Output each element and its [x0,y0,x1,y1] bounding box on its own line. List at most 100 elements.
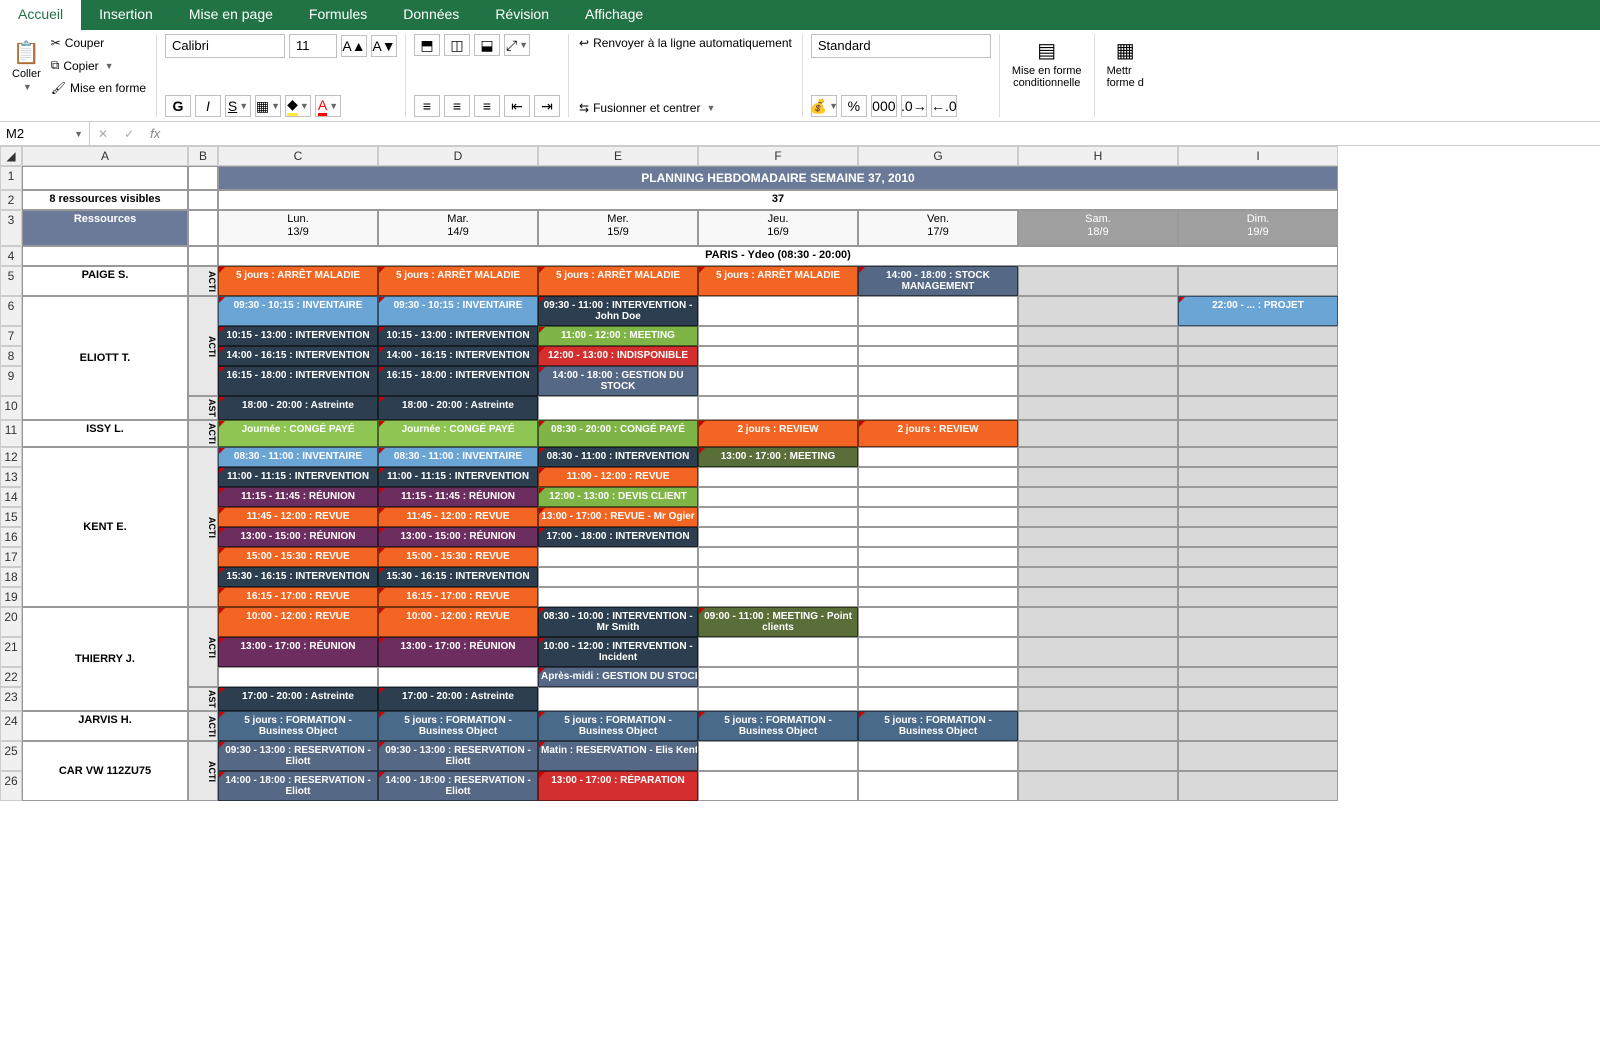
title-cell[interactable]: PLANNING HEBDOMADAIRE SEMAINE 37, 2010 [218,166,1338,190]
resource-name[interactable]: KENT E. [22,447,188,607]
increase-indent-button[interactable]: ⇥ [534,95,560,117]
event[interactable]: 17:00 - 20:00 : Astreinte [378,687,538,711]
tab-affichage[interactable]: Affichage [567,0,661,30]
row-header[interactable]: 15 [0,507,22,527]
tab-donnees[interactable]: Données [385,0,477,30]
number-format-select[interactable]: Standard [811,34,991,58]
event[interactable]: 08:30 - 11:00 : INVENTAIRE [378,447,538,467]
activity-label[interactable]: ACTI [188,607,218,687]
enter-icon[interactable]: ✓ [116,127,142,141]
row-header[interactable]: 24 [0,711,22,741]
event[interactable]: 10:00 - 12:00 : INTERVENTION - Incident [538,637,698,667]
day-header[interactable]: Sam.18/9 [1018,210,1178,246]
thousands-button[interactable]: 000 [871,95,897,117]
event[interactable]: 15:30 - 16:15 : INTERVENTION [218,567,378,587]
row-header[interactable]: 23 [0,687,22,711]
event[interactable]: 11:00 - 11:15 : INTERVENTION [218,467,378,487]
resource-name[interactable]: ISSY L. [22,420,188,447]
event[interactable]: 15:00 - 15:30 : REVUE [378,547,538,567]
event[interactable]: 18:00 - 20:00 : Astreinte [378,396,538,420]
format-painter-button[interactable]: 🖌Mise en forme [49,79,148,97]
event[interactable]: 5 jours : ARRÊT MALADIE [698,266,858,296]
event[interactable]: 16:15 - 17:00 : REVUE [218,587,378,607]
col-header[interactable]: I [1178,146,1338,166]
align-right-button[interactable]: ≡ [474,95,500,117]
row-header[interactable]: 9 [0,366,22,396]
event[interactable]: 08:30 - 11:00 : INVENTAIRE [218,447,378,467]
event[interactable]: 09:30 - 13:00 : RESERVATION - Eliott [378,741,538,771]
day-header[interactable]: Mar.14/9 [378,210,538,246]
align-bottom-button[interactable]: ⬓ [474,34,500,56]
row-header[interactable]: 20 [0,607,22,637]
row-header[interactable]: 5 [0,266,22,296]
event[interactable]: 11:00 - 12:00 : MEETING [538,326,698,346]
col-header[interactable]: E [538,146,698,166]
day-header[interactable]: Lun.13/9 [218,210,378,246]
event[interactable]: 13:00 - 17:00 : REVUE - Mr Ogier [538,507,698,527]
event[interactable]: 15:00 - 15:30 : REVUE [218,547,378,567]
event[interactable]: 5 jours : FORMATION - Business Object [538,711,698,741]
col-header[interactable]: A [22,146,188,166]
event[interactable]: 10:15 - 13:00 : INTERVENTION [218,326,378,346]
orientation-button[interactable]: ⤢▼ [504,34,530,56]
astreinte-label[interactable]: AST [188,687,218,711]
row-header[interactable]: 6 [0,296,22,326]
event[interactable]: Matin : RESERVATION - Elis Kent [538,741,698,771]
event[interactable]: 2 jours : REVIEW [858,420,1018,447]
fx-icon[interactable]: fx [142,126,168,141]
row-header[interactable]: 21 [0,637,22,667]
align-top-button[interactable]: ⬒ [414,34,440,56]
day-header[interactable]: Jeu.16/9 [698,210,858,246]
merge-center-button[interactable]: ⇆Fusionner et centrer▼ [577,99,794,117]
event[interactable]: 11:45 - 12:00 : REVUE [378,507,538,527]
format-as-table-button[interactable]: ▦Mettr forme d [1103,34,1148,93]
row-header[interactable]: 8 [0,346,22,366]
row-header[interactable]: 11 [0,420,22,447]
tab-revision[interactable]: Révision [477,0,567,30]
paste-button[interactable]: 📋Coller▼ [8,36,45,96]
event[interactable]: 16:15 - 18:00 : INTERVENTION [378,366,538,396]
spreadsheet-grid[interactable]: ◢ A B C D E F G H I 1 PLANNING HEBDOMADA… [0,146,1600,801]
row-header[interactable]: 10 [0,396,22,420]
event[interactable]: 17:00 - 20:00 : Astreinte [218,687,378,711]
cut-button[interactable]: ✂Couper [49,34,148,52]
decrease-decimal-button[interactable]: ←.0 [931,95,957,117]
row-header[interactable]: 3 [0,210,22,246]
event[interactable]: 10:00 - 12:00 : REVUE [218,607,378,637]
event[interactable]: 22:00 - ... : PROJET [1178,296,1338,326]
visible-resources[interactable]: 8 ressources visibles [22,190,188,210]
fill-color-button[interactable]: ◆▼ [285,95,311,117]
row-header[interactable]: 25 [0,741,22,771]
event[interactable]: 13:00 - 15:00 : RÉUNION [378,527,538,547]
event[interactable]: Journée : CONGÉ PAYÉ [218,420,378,447]
event[interactable]: Après-midi : GESTION DU STOCK [538,667,698,687]
row-header[interactable]: 14 [0,487,22,507]
event[interactable]: 09:30 - 11:00 : INTERVENTION - John Doe [538,296,698,326]
resource-name[interactable]: THIERRY J. [22,607,188,711]
cancel-icon[interactable]: ✕ [90,127,116,141]
event[interactable]: 11:15 - 11:45 : RÉUNION [218,487,378,507]
event[interactable]: 5 jours : FORMATION - Business Object [218,711,378,741]
row-header[interactable]: 4 [0,246,22,266]
event[interactable]: 08:30 - 10:00 : INTERVENTION - Mr Smith [538,607,698,637]
event[interactable]: 08:30 - 20:00 : CONGÉ PAYÉ [538,420,698,447]
increase-decimal-button[interactable]: .0→ [901,95,927,117]
tab-insertion[interactable]: Insertion [81,0,171,30]
event[interactable]: 14:00 - 18:00 : RESERVATION - Eliott [218,771,378,801]
col-header[interactable]: B [188,146,218,166]
event[interactable]: 5 jours : ARRÊT MALADIE [218,266,378,296]
event[interactable]: 14:00 - 18:00 : RESERVATION - Eliott [378,771,538,801]
event[interactable]: 5 jours : FORMATION - Business Object [858,711,1018,741]
event[interactable]: Journée : CONGÉ PAYÉ [378,420,538,447]
row-header[interactable]: 18 [0,567,22,587]
activity-label[interactable]: ACTI [188,741,218,801]
event[interactable]: 16:15 - 18:00 : INTERVENTION [218,366,378,396]
font-name-select[interactable]: Calibri [165,34,285,58]
event[interactable]: 2 jours : REVIEW [698,420,858,447]
align-left-button[interactable]: ≡ [414,95,440,117]
align-center-button[interactable]: ≡ [444,95,470,117]
event[interactable]: 5 jours : FORMATION - Business Object [698,711,858,741]
event[interactable]: 11:15 - 11:45 : RÉUNION [378,487,538,507]
event[interactable]: 12:00 - 13:00 : INDISPONIBLE [538,346,698,366]
decrease-font-button[interactable]: A▼ [371,35,397,57]
